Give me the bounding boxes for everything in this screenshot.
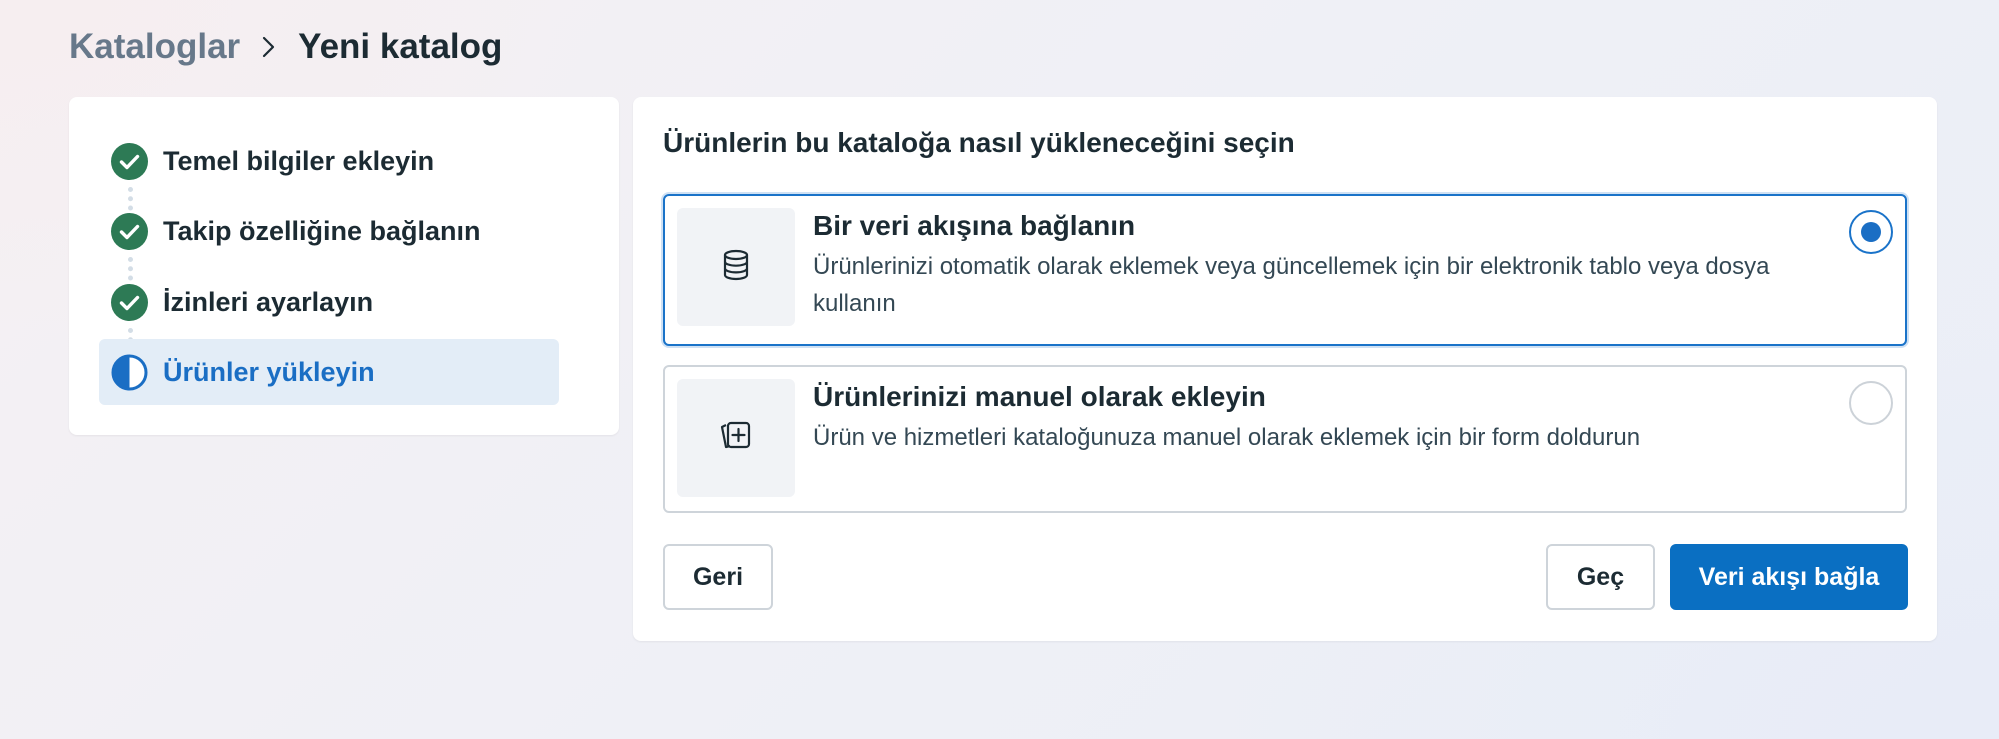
page-title: Ürünlerin bu kataloğa nasıl yükleneceğin…	[663, 127, 1295, 158]
step-basic-info[interactable]: Temel bilgiler ekleyin	[99, 128, 559, 194]
option-radio[interactable]	[1849, 210, 1893, 254]
connect-data-feed-button[interactable]: Veri akışı bağla	[1670, 544, 1908, 610]
check-circle-icon	[111, 283, 148, 321]
option-icon-tile	[677, 208, 795, 326]
breadcrumb: Kataloglar Yeni katalog	[69, 22, 502, 72]
step-label: Takip özelliğine bağlanın	[163, 215, 481, 246]
upload-method-panel: Ürünlerin bu kataloğa nasıl yükleneceğin…	[633, 97, 1937, 641]
option-manual[interactable]: Ürünlerinizi manuel olarak ekleyin Ürün …	[663, 365, 1907, 513]
back-button[interactable]: Geri	[663, 544, 773, 610]
option-icon-tile	[677, 379, 795, 497]
add-card-icon	[719, 420, 753, 457]
step-label: Temel bilgiler ekleyin	[163, 145, 435, 176]
chevron-right-icon	[258, 36, 280, 58]
step-label: İzinleri ayarlayın	[163, 286, 374, 317]
option-description: Ürünlerinizi otomatik olarak eklemek vey…	[813, 253, 1770, 317]
skip-button[interactable]: Geç	[1546, 544, 1655, 610]
step-upload-products[interactable]: Ürünler yükleyin	[99, 339, 559, 405]
option-title: Ürünlerinizi manuel olarak ekleyin	[813, 381, 1266, 412]
step-connect-tracking[interactable]: Takip özelliğine bağlanın	[99, 198, 559, 264]
step-label: Ürünler yükleyin	[163, 356, 375, 387]
option-title: Bir veri akışına bağlanın	[813, 210, 1136, 241]
database-icon	[721, 249, 751, 286]
option-radio[interactable]	[1849, 381, 1893, 425]
steps-panel: Temel bilgiler ekleyin Takip özelliğine …	[69, 97, 619, 435]
breadcrumb-parent-link[interactable]: Kataloglar	[69, 27, 240, 67]
half-circle-icon	[111, 354, 148, 391]
breadcrumb-current: Yeni katalog	[298, 27, 503, 66]
step-permissions[interactable]: İzinleri ayarlayın	[99, 269, 559, 335]
option-data-feed[interactable]: Bir veri akışına bağlanın Ürünlerinizi o…	[663, 194, 1907, 346]
option-description: Ürün ve hizmetleri kataloğunuza manuel o…	[813, 424, 1641, 451]
check-circle-icon	[111, 142, 148, 180]
check-circle-icon	[111, 212, 148, 250]
